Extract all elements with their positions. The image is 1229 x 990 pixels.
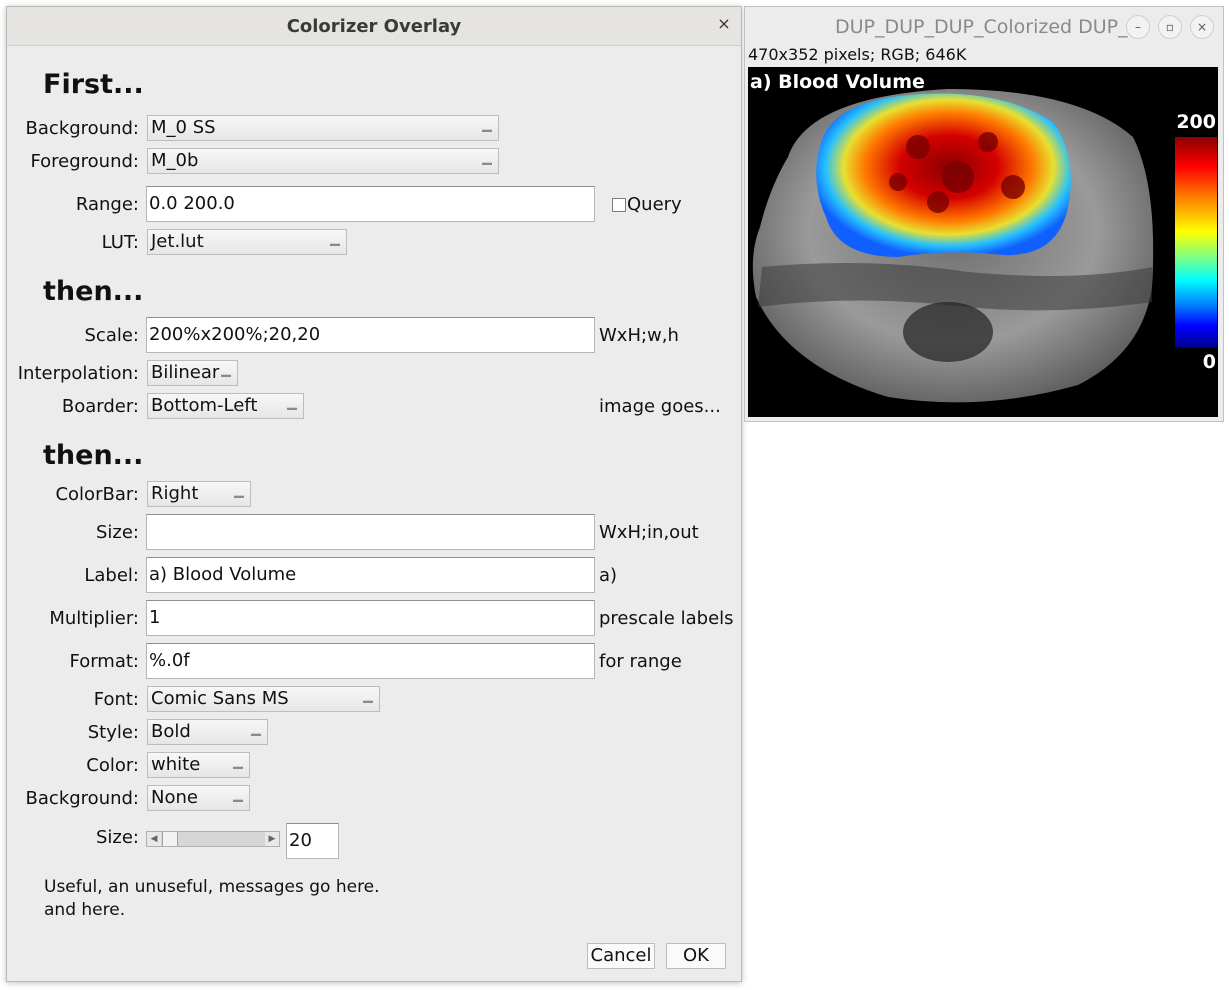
colorbar-max-label: 200	[1176, 111, 1216, 133]
format-label: Format:	[69, 651, 140, 672]
label-label: Label:	[84, 565, 139, 586]
image-window-title[interactable]: DUP_DUP_DUP_Colorized DUP_	[835, 16, 1128, 38]
query-checkbox[interactable]	[612, 198, 626, 212]
font-select[interactable]: Comic Sans MS	[147, 686, 380, 712]
colorbar-label: ColorBar:	[55, 484, 139, 505]
mri-image	[752, 89, 1154, 403]
style-select[interactable]: Bold	[147, 719, 268, 745]
minimize-icon[interactable]: –	[1126, 15, 1150, 39]
dropdown-icon	[482, 162, 492, 165]
interpolation-select[interactable]: Bilinear	[147, 360, 238, 386]
colorbar	[1175, 137, 1217, 347]
multiplier-label: Multiplier:	[49, 608, 139, 629]
multiplier-hint: prescale labels	[599, 608, 734, 629]
colorbar-min-label: 0	[1202, 351, 1216, 373]
format-input[interactable]: %.0f	[146, 643, 595, 679]
image-canvas[interactable]: a) Blood Volume 200 0	[748, 67, 1218, 417]
style-select-value: Bold	[151, 721, 191, 742]
cancel-button[interactable]: Cancel	[587, 943, 655, 969]
close-icon[interactable]: ×	[715, 15, 733, 33]
interpolation-select-value: Bilinear	[151, 362, 220, 383]
font-size-input[interactable]: 20	[286, 823, 339, 859]
close-icon[interactable]: ×	[1190, 15, 1214, 39]
label-background-select[interactable]: None	[147, 785, 250, 811]
image-info: 470x352 pixels; RGB; 646K	[748, 45, 967, 64]
format-hint: for range	[599, 651, 682, 672]
maximize-icon[interactable]: ▫	[1158, 15, 1182, 39]
slider-left-arrow-icon[interactable]: ◀	[147, 832, 161, 846]
dropdown-icon	[233, 799, 243, 802]
query-label: Query	[627, 194, 682, 215]
dropdown-icon	[221, 374, 231, 377]
dark-cavity	[903, 302, 993, 362]
overlay-label: a) Blood Volume	[750, 71, 925, 93]
lut-label: LUT:	[101, 232, 139, 253]
font-size-label: Size:	[95, 827, 139, 848]
color-select[interactable]: white	[147, 752, 250, 778]
lut-select-value: Jet.lut	[151, 231, 204, 252]
boarder-label: Boarder:	[61, 396, 139, 417]
background-label: Background:	[25, 118, 139, 139]
dropdown-icon	[234, 495, 244, 498]
color-label: Color:	[86, 755, 139, 776]
font-size-slider[interactable]: ◀ ▶	[146, 831, 280, 847]
dropdown-icon	[233, 766, 243, 769]
background-select[interactable]: M_0 SS	[147, 115, 499, 141]
font-select-value: Comic Sans MS	[151, 688, 289, 709]
dropdown-icon	[482, 129, 492, 132]
style-label: Style:	[87, 722, 139, 743]
colorbar-select-value: Right	[151, 483, 199, 504]
range-input[interactable]: 0.0 200.0	[146, 186, 595, 222]
label-hint: a)	[599, 565, 618, 586]
label-input[interactable]: a) Blood Volume	[146, 557, 595, 593]
multiplier-input[interactable]: 1	[146, 600, 595, 636]
dialog-titlebar[interactable]: Colorizer Overlay ×	[7, 7, 741, 46]
label-background-select-value: None	[151, 787, 198, 808]
message-line-2: and here.	[44, 900, 126, 920]
dropdown-icon	[251, 733, 261, 736]
slider-thumb[interactable]	[162, 832, 178, 846]
boarder-select-value: Bottom-Left	[151, 395, 258, 416]
foreground-select-value: M_0b	[151, 150, 199, 171]
section-heading-then-2: then...	[43, 440, 144, 471]
background-select-value: M_0 SS	[151, 117, 216, 138]
section-heading-then-1: then...	[43, 276, 144, 307]
dropdown-icon	[363, 700, 373, 703]
dropdown-icon	[287, 407, 297, 410]
image-window: DUP_DUP_DUP_Colorized DUP_ – ▫ × 470x352…	[744, 6, 1224, 422]
message-line-1: Useful, an unuseful, messages go here.	[44, 877, 380, 897]
interpolation-label: Interpolation:	[17, 363, 139, 384]
scale-label: Scale:	[84, 325, 140, 346]
boarder-select[interactable]: Bottom-Left	[147, 393, 304, 419]
scale-hint: WxH;w,h	[599, 325, 679, 346]
size-input[interactable]	[146, 514, 595, 550]
colorbar-select[interactable]: Right	[147, 481, 251, 507]
foreground-label: Foreground:	[30, 151, 139, 172]
size-label: Size:	[95, 522, 139, 543]
ok-button[interactable]: OK	[666, 943, 726, 969]
dialog-title: Colorizer Overlay	[286, 16, 462, 37]
lut-select[interactable]: Jet.lut	[147, 229, 347, 255]
boarder-hint: image goes...	[599, 396, 721, 417]
color-select-value: white	[151, 754, 201, 775]
range-label: Range:	[75, 194, 139, 215]
dropdown-icon	[330, 243, 340, 246]
size-hint: WxH;in,out	[599, 522, 699, 543]
foreground-select[interactable]: M_0b	[147, 148, 499, 174]
scale-input[interactable]: 200%x200%;20,20	[146, 317, 595, 353]
label-background-label: Background:	[25, 788, 139, 809]
slider-right-arrow-icon[interactable]: ▶	[265, 832, 279, 846]
colorizer-overlay-dialog: Colorizer Overlay × First... Background:…	[6, 6, 742, 982]
font-label: Font:	[93, 689, 139, 710]
section-heading-first: First...	[43, 69, 144, 100]
